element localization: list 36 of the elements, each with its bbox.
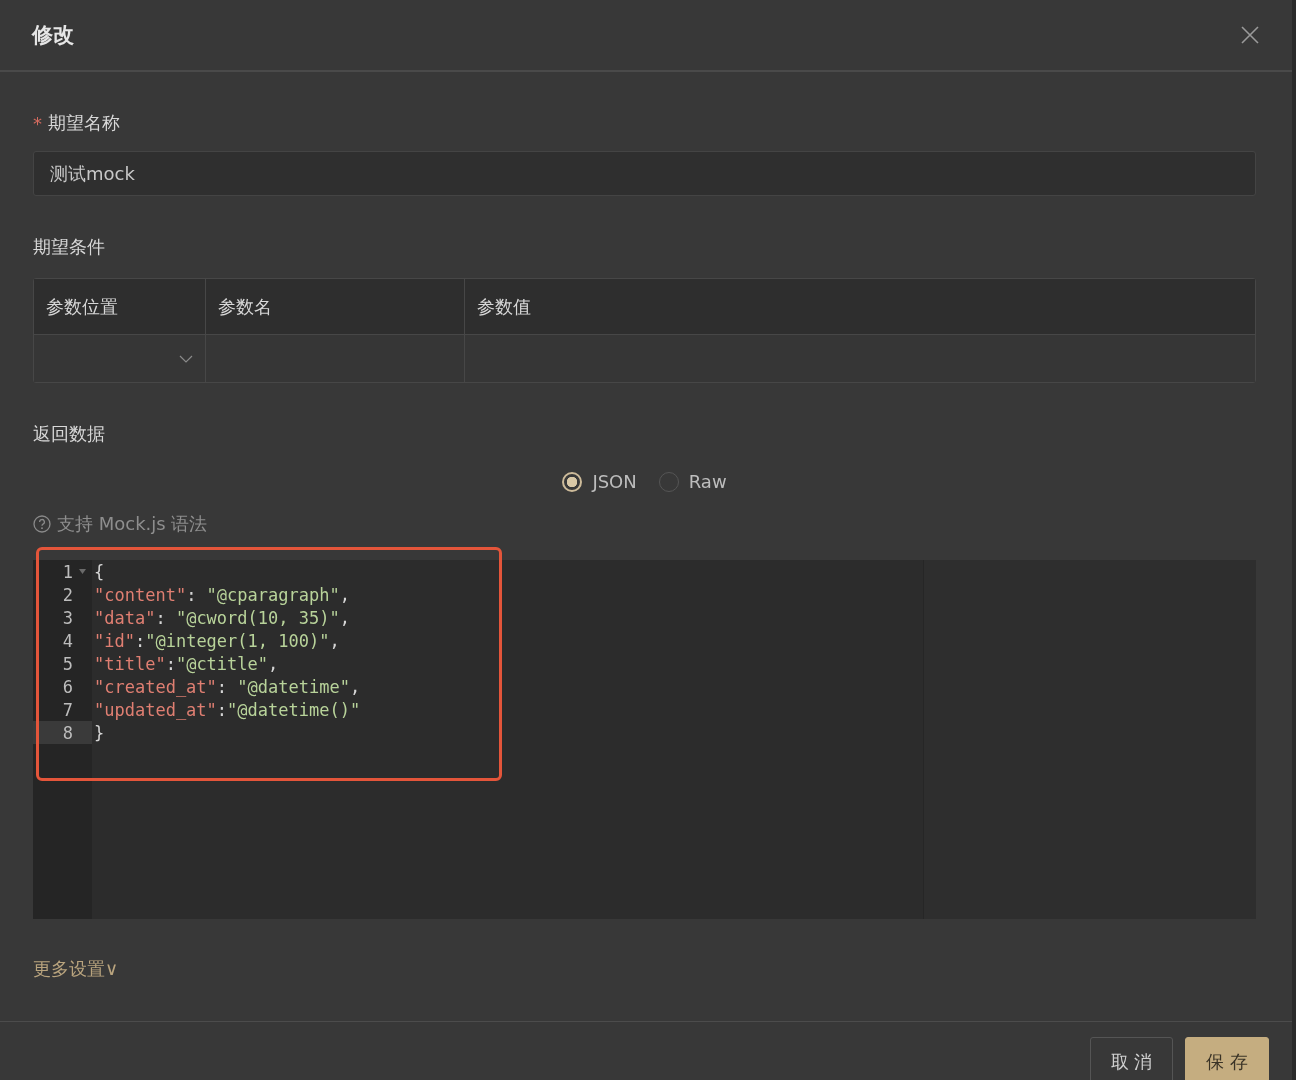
save-button[interactable]: 保 存: [1185, 1037, 1269, 1080]
code-text: }: [93, 722, 105, 743]
help-icon: [33, 515, 51, 533]
code-text: "data": "@cword(10, 35)",: [93, 607, 350, 628]
required-asterisk: *: [33, 112, 42, 134]
line-number: 1: [61, 561, 73, 582]
code-text: "id":"@integer(1, 100)",: [93, 630, 340, 651]
line-number: 8: [61, 722, 73, 743]
code-editor[interactable]: 1 { 2 "content": "@cparagraph", 3 "data": "@cword(10, 35)", 4 "id":"@integer(1, 100)", 5 "title":"@ctitle", 6 "created_at": "@datetime", 7 "updated_at":"@datetime()" 8 }: [33, 560, 1256, 919]
field-label: 期望名称: [48, 111, 120, 135]
code-text: "content": "@cparagraph",: [93, 584, 350, 605]
column-header: 参数名: [206, 279, 465, 334]
line-number: 3: [61, 607, 73, 628]
column-header: 参数值: [476, 294, 532, 319]
line-number: 7: [61, 699, 73, 720]
format-radio[interactable]: JSON: [562, 471, 637, 492]
section-label: 期望条件: [33, 235, 106, 259]
cancel-button[interactable]: 取 消: [1089, 1037, 1174, 1080]
dialog-title: 修改: [32, 22, 74, 49]
more-settings-link[interactable]: 更多设置∨: [33, 957, 119, 981]
line-number: 6: [61, 676, 73, 697]
code-text: "title":"@ctitle",: [93, 653, 279, 674]
line-number: 2: [61, 584, 73, 605]
section-label: 返回数据: [33, 422, 106, 446]
code-text: "created_at": "@datetime",: [93, 676, 361, 697]
fold-caret-icon[interactable]: [79, 569, 86, 574]
name-input-field[interactable]: 测试mock: [33, 151, 1256, 196]
hint-text: 支持 Mock.js 语法: [57, 512, 208, 536]
code-text: {: [93, 561, 105, 582]
chevron-down-icon: [179, 354, 193, 363]
close-icon[interactable]: [1240, 25, 1260, 45]
line-number: 4: [61, 630, 73, 651]
format-radio[interactable]: Raw: [658, 471, 727, 492]
column-header: 参数位置: [34, 279, 206, 334]
code-text: "updated_at":"@datetime()": [93, 699, 361, 720]
line-number: 5: [61, 653, 73, 674]
